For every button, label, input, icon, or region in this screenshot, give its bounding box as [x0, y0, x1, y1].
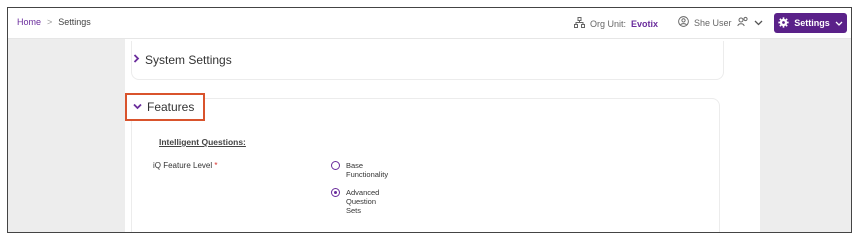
iq-feature-level-label: iQ Feature Level *	[153, 161, 218, 170]
radio-label: Advanced Question Sets	[346, 188, 379, 215]
gear-icon	[778, 16, 789, 30]
user-name: She User	[694, 17, 732, 28]
radio-label-line: Sets	[346, 206, 362, 215]
org-unit-label: Org Unit:	[590, 18, 627, 29]
features-panel	[131, 98, 720, 232]
chevron-down-icon	[835, 18, 843, 28]
app-window: Home > Settings Org Unit: Evotix She Use…	[7, 7, 852, 233]
radio-label-line: Base	[346, 161, 364, 170]
features-title: Features	[147, 100, 195, 114]
right-panel	[760, 39, 851, 232]
chevron-down-icon	[133, 102, 142, 113]
radio-label-line: Question	[346, 197, 377, 206]
breadcrumb-current: Settings	[58, 17, 91, 27]
settings-content: System Settings Features Intelligent Que…	[125, 39, 760, 232]
radio-label-line: Advanced	[346, 188, 380, 197]
breadcrumb-separator: >	[47, 17, 53, 27]
radio-option-base-functionality[interactable]: Base Functionality	[331, 161, 388, 179]
org-unit-value: Evotix	[631, 18, 659, 29]
user-circle-icon	[678, 16, 689, 29]
required-marker: *	[214, 161, 218, 170]
top-bar: Home > Settings Org Unit: Evotix She Use…	[8, 8, 851, 39]
left-panel	[8, 39, 125, 232]
switch-user-icon[interactable]	[736, 16, 749, 29]
chevron-down-icon[interactable]	[754, 18, 763, 28]
chevron-right-icon	[133, 54, 140, 66]
system-settings-title: System Settings	[145, 53, 232, 67]
settings-button-label: Settings	[794, 18, 830, 28]
radio-label: Base Functionality	[346, 161, 388, 179]
radio-button-selected[interactable]	[331, 188, 340, 197]
radio-option-advanced-question-sets[interactable]: Advanced Question Sets	[331, 188, 379, 215]
breadcrumb-home-link[interactable]: Home	[17, 17, 41, 27]
intelligent-questions-heading: Intelligent Questions:	[159, 137, 246, 147]
org-tree-icon	[574, 17, 585, 30]
breadcrumb: Home > Settings	[17, 17, 91, 27]
radio-label-line: Functionality	[346, 170, 389, 179]
org-unit[interactable]: Org Unit: Evotix	[574, 17, 658, 30]
settings-button[interactable]: Settings	[774, 13, 847, 33]
field-label-text: iQ Feature Level	[153, 161, 213, 170]
radio-button[interactable]	[331, 161, 340, 170]
user-menu[interactable]: She User	[678, 16, 763, 29]
system-settings-header[interactable]: System Settings	[133, 53, 238, 67]
features-header[interactable]: Features	[125, 93, 205, 121]
